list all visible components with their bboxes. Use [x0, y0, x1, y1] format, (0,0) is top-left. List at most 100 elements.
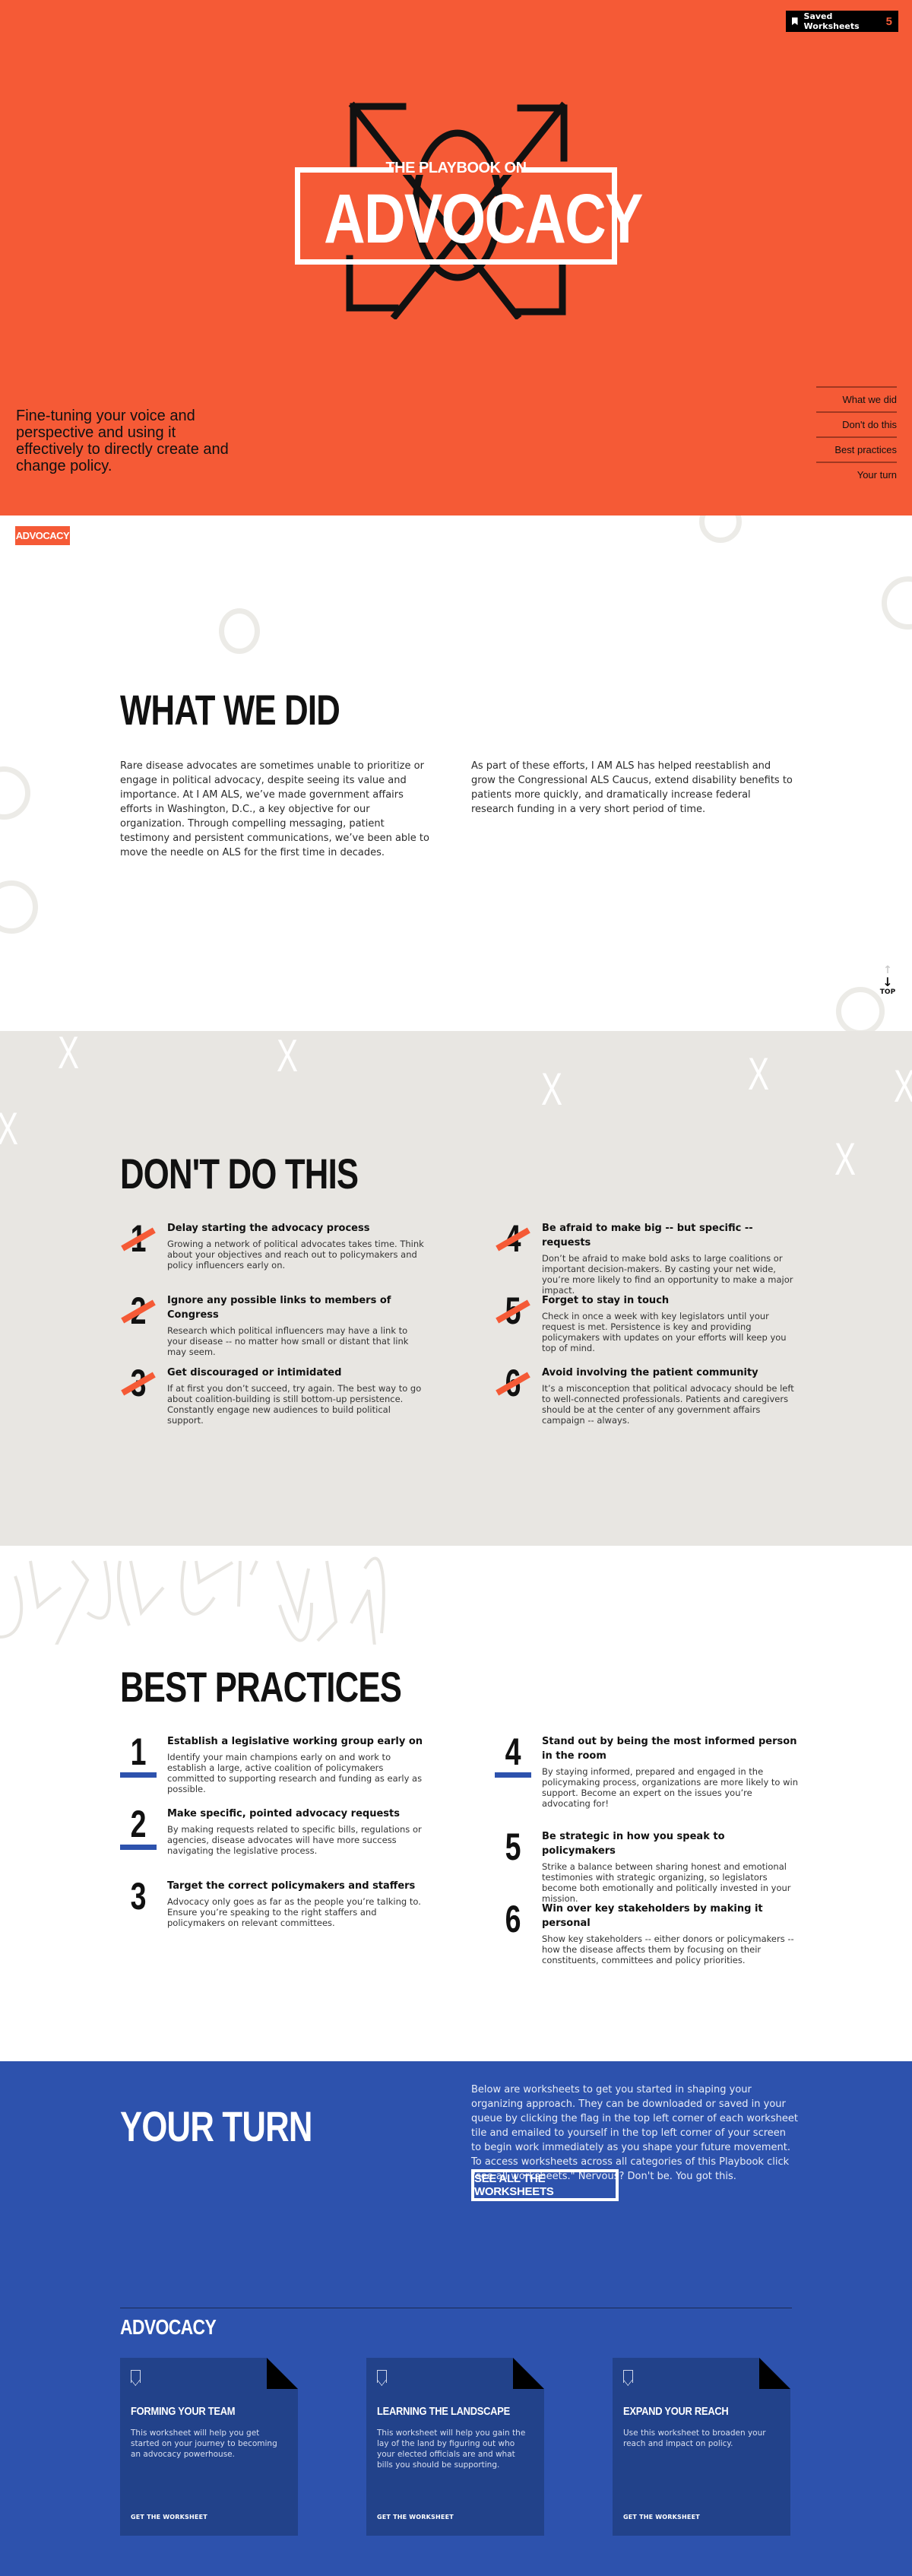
- x-decoration: X: [541, 1064, 563, 1115]
- underline-mark: [120, 1845, 157, 1850]
- bookmark-icon[interactable]: [622, 2370, 633, 2386]
- hero-tagline: Fine-tuning your voice and perspective a…: [16, 408, 229, 474]
- circle-decoration: [0, 766, 30, 820]
- what-we-did-section: WHAT WE DID Rare disease advocates are s…: [0, 516, 912, 1031]
- what-we-did-title: WHAT WE DID: [120, 686, 340, 734]
- item-number: 3: [130, 1875, 147, 1918]
- item-title: Be strategic in how you speak to policym…: [542, 1831, 725, 1857]
- dont-item: 2 Ignore any possible links to members o…: [120, 1292, 424, 1357]
- item-title: Stand out by being the most informed per…: [542, 1736, 797, 1762]
- item-title: Ignore any possible links to members of …: [167, 1295, 391, 1321]
- item-title: Delay starting the advocacy process: [167, 1223, 370, 1234]
- your-turn-title: YOUR TURN: [120, 2102, 312, 2150]
- your-turn-section: YOUR TURN Below are worksheets to get yo…: [0, 2061, 912, 2576]
- dont-do-this-section: X X X X X X X DON'T DO THIS 1 Delay star…: [0, 1031, 912, 1546]
- page-fold-corner: [267, 2358, 298, 2389]
- what-we-did-right-text: As part of these efforts, I AM ALS has h…: [471, 760, 793, 815]
- arrow-down-icon: ↓: [882, 975, 893, 989]
- underline-mark: [120, 1772, 157, 1778]
- item-title: Target the correct policymakers and staf…: [167, 1880, 416, 1892]
- back-to-top-button[interactable]: ↑ ↓ TOP: [879, 964, 897, 996]
- bookmark-icon[interactable]: [376, 2370, 387, 2386]
- x-decoration: X: [277, 1031, 299, 1081]
- bookmark-icon[interactable]: [130, 2370, 141, 2386]
- scribble-decoration: [0, 1556, 385, 1645]
- item-body: Don’t be afraid to make bold asks to lar…: [542, 1253, 793, 1296]
- hero-section: Saved Worksheets 5 THE PLAYBOOK ON ADVOC…: [0, 0, 912, 516]
- item-body: Check in once a week with key legislator…: [542, 1311, 787, 1353]
- item-title: Avoid involving the patient community: [542, 1367, 758, 1378]
- item-body: Strike a balance between sharing honest …: [542, 1861, 791, 1904]
- item-title: Establish a legislative working group ea…: [167, 1736, 423, 1747]
- nav-what-we-did[interactable]: What we did: [816, 386, 897, 411]
- item-body: Identify your main champions early on an…: [167, 1752, 423, 1794]
- circle-decoration: [882, 576, 912, 630]
- item-title: Be afraid to make big -- but specific --…: [542, 1223, 753, 1248]
- item-body: Research which political influencers may…: [167, 1325, 409, 1357]
- logo-frame: THE PLAYBOOK ON ADVOCACY: [295, 160, 643, 265]
- best-practices-title: BEST PRACTICES: [120, 1663, 402, 1711]
- dont-item: 3 Get discouraged or intimidated If at f…: [120, 1364, 424, 1426]
- underline-mark: [495, 1772, 531, 1778]
- bookmark-icon: [792, 17, 798, 25]
- section-nav: What we did Don't do this Best practices…: [816, 386, 897, 487]
- circle-decoration: [836, 987, 885, 1031]
- circle-decoration: [0, 880, 38, 934]
- dont-item: 1 Delay starting the advocacy process Gr…: [120, 1220, 424, 1271]
- x-decoration: X: [894, 1060, 912, 1112]
- best-item: 3 Target the correct policymakers and st…: [120, 1875, 424, 1928]
- item-body: Growing a network of political advocates…: [167, 1239, 424, 1271]
- get-worksheet-link[interactable]: GET THE WORKSHEET: [377, 2514, 454, 2520]
- worksheet-title: EXPAND YOUR REACH: [623, 2405, 729, 2418]
- item-number: 6: [505, 1898, 521, 1940]
- best-practices-section: BEST PRACTICES 1 Establish a legislative…: [0, 1546, 912, 2061]
- item-title: Forget to stay in touch: [542, 1295, 670, 1306]
- item-body: If at first you don’t succeed, try again…: [167, 1383, 422, 1426]
- item-number: 2: [130, 1803, 147, 1845]
- item-title: Get discouraged or intimidated: [167, 1367, 342, 1378]
- what-we-did-left-text: Rare disease advocates are sometimes una…: [120, 760, 429, 858]
- item-body: It’s a misconception that political advo…: [542, 1383, 794, 1426]
- x-decoration: X: [748, 1048, 770, 1099]
- page-fold-corner: [513, 2358, 544, 2389]
- best-item: 1 Establish a legislative working group …: [120, 1731, 424, 1794]
- item-number: 4: [505, 1731, 521, 1773]
- item-body: By making requests related to specific b…: [167, 1824, 422, 1856]
- best-item: 2 Make specific, pointed advocacy reques…: [120, 1803, 424, 1856]
- worksheet-category-title: ADVOCACY: [120, 2315, 217, 2339]
- logo-title: ADVOCACY: [324, 180, 643, 258]
- top-label: TOP: [879, 988, 896, 996]
- worksheet-title: LEARNING THE LANDSCAPE: [377, 2405, 510, 2418]
- section-tag: ADVOCACY: [15, 526, 70, 545]
- item-number: 1: [130, 1731, 147, 1773]
- worksheet-description: This worksheet will help you gain the la…: [377, 2428, 526, 2470]
- worksheet-title: FORMING YOUR TEAM: [131, 2405, 236, 2418]
- dont-item: 6 Avoid involving the patient community …: [495, 1364, 799, 1426]
- circle-decoration: [219, 608, 260, 654]
- best-item: 4 Stand out by being the most informed p…: [495, 1731, 799, 1809]
- nav-your-turn[interactable]: Your turn: [816, 462, 897, 487]
- item-title: Make specific, pointed advocacy requests: [167, 1808, 400, 1819]
- item-body: By staying informed, prepared and engage…: [542, 1766, 799, 1809]
- item-body: Show key stakeholders -- either donors o…: [542, 1934, 794, 1965]
- get-worksheet-link[interactable]: GET THE WORKSHEET: [623, 2514, 700, 2520]
- dont-item: 5 Forget to stay in touch Check in once …: [495, 1292, 799, 1353]
- circle-decoration: [699, 516, 742, 543]
- x-decoration: X: [834, 1134, 857, 1185]
- playbook-logo: THE PLAYBOOK ON ADVOCACY: [289, 91, 643, 319]
- worksheet-description: This worksheet will help you get started…: [131, 2428, 277, 2459]
- see-all-worksheets-button[interactable]: SEE ALL THE WORKSHEETS: [471, 2169, 619, 2201]
- nav-dont-do-this[interactable]: Don't do this: [816, 411, 897, 436]
- dont-do-this-title: DON'T DO THIS: [120, 1150, 359, 1198]
- best-item: 6 Win over key stakeholders by making it…: [495, 1898, 799, 1965]
- saved-worksheets-button[interactable]: Saved Worksheets 5: [786, 11, 898, 32]
- x-decoration: X: [0, 1102, 18, 1155]
- logo-pretitle: THE PLAYBOOK ON: [385, 160, 527, 176]
- item-title: Win over key stakeholders by making it p…: [542, 1903, 763, 1929]
- x-decoration: X: [58, 1031, 80, 1078]
- item-number: 5: [505, 1826, 521, 1868]
- best-item: 5 Be strategic in how you speak to polic…: [495, 1826, 799, 1904]
- get-worksheet-link[interactable]: GET THE WORKSHEET: [131, 2514, 207, 2520]
- item-body: Advocacy only goes as far as the people …: [167, 1896, 421, 1928]
- nav-best-practices[interactable]: Best practices: [816, 436, 897, 462]
